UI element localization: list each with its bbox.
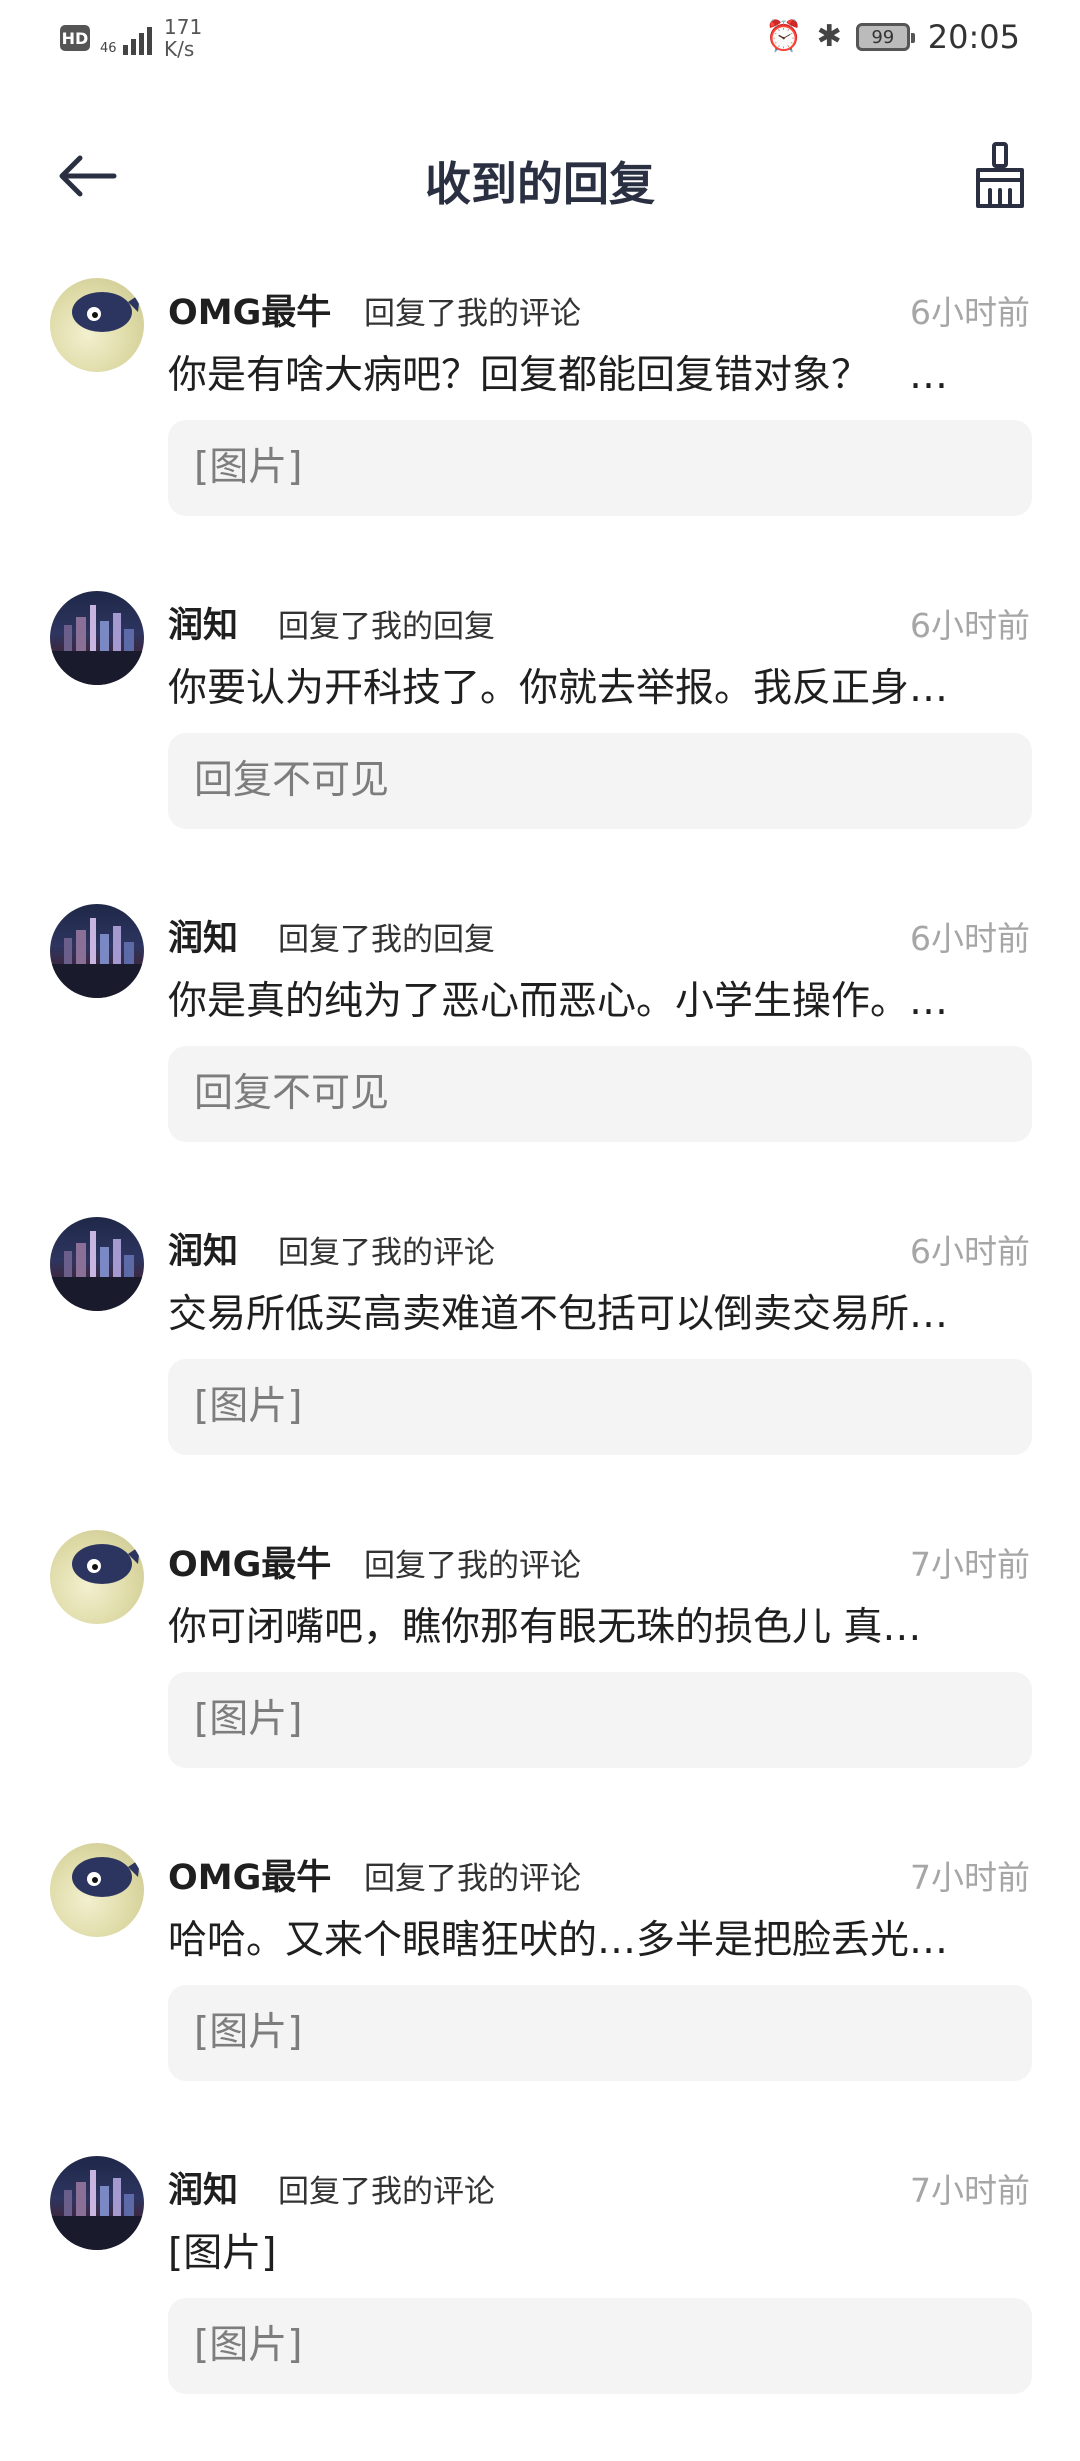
signal-icon: 46 xyxy=(100,21,152,55)
reply-author[interactable]: 润知 xyxy=(168,2162,238,2213)
page-title: 收到的回复 xyxy=(425,157,655,211)
reply-content[interactable]: 交易所低买高卖难道不包括可以倒卖交易所… xyxy=(168,1283,1008,1339)
battery-icon: 99 xyxy=(855,23,915,51)
status-bar: HD 46 171 K/s ⏰ ✱ 99 20:05 xyxy=(0,0,1080,80)
status-left: HD 46 171 K/s xyxy=(60,16,202,60)
reply-action: 回复了我的评论 xyxy=(364,1548,581,1584)
reply-quote[interactable]: 回复不可见 xyxy=(168,1046,1032,1142)
net-speed-value: 171 xyxy=(164,15,203,39)
reply-author[interactable]: OMG最牛 xyxy=(168,1849,331,1900)
reply-action: 回复了我的评论 xyxy=(364,296,581,332)
reply-item[interactable]: OMG最牛 回复了我的评论 7小时前 哈哈。又来个眼瞎狂吠的…多半是把脸丢光… … xyxy=(0,1835,1080,2148)
clock: 20:05 xyxy=(927,18,1020,56)
avatar[interactable] xyxy=(50,278,144,372)
reply-quote[interactable]: [图片] xyxy=(168,1359,1032,1455)
reply-content[interactable]: 你是有啥大病吧？回复都能回复错对象？ … xyxy=(168,344,1008,400)
reply-content[interactable]: 你可闭嘴吧，瞧你那有眼无珠的损色儿 真… xyxy=(168,1596,1008,1652)
avatar[interactable] xyxy=(50,1217,144,1311)
reply-time: 7小时前 xyxy=(910,2171,1030,2210)
reply-time: 6小时前 xyxy=(910,606,1030,645)
alarm-icon: ⏰ xyxy=(765,19,803,54)
city-night-avatar-icon xyxy=(50,605,144,685)
reply-quote[interactable]: [图片] xyxy=(168,420,1032,516)
reply-quote[interactable]: [图片] xyxy=(168,1672,1032,1768)
reply-item[interactable]: OMG最牛 回复了我的评论 7小时前 你可闭嘴吧，瞧你那有眼无珠的损色儿 真… … xyxy=(0,1522,1080,1835)
reply-list: OMG最牛 回复了我的评论 6小时前 你是有啥大病吧？回复都能回复错对象？ … … xyxy=(0,270,1080,2461)
reply-time: 7小时前 xyxy=(910,1858,1030,1897)
reply-author[interactable]: 润知 xyxy=(168,1223,238,1274)
reply-quote[interactable]: [图片] xyxy=(168,2298,1032,2394)
reply-author[interactable]: OMG最牛 xyxy=(168,284,331,335)
reply-item[interactable]: 润知 回复了我的评论 7小时前 [图片] [图片] xyxy=(0,2148,1080,2461)
avatar[interactable] xyxy=(50,591,144,685)
net-speed-unit: K/s xyxy=(164,37,195,61)
reply-action: 回复了我的回复 xyxy=(278,922,495,958)
hd-badge: HD xyxy=(60,25,90,51)
pufferfish-avatar-icon xyxy=(72,1857,140,1897)
reply-item[interactable]: 润知 回复了我的评论 6小时前 交易所低买高卖难道不包括可以倒卖交易所… [图片… xyxy=(0,1209,1080,1522)
reply-time: 6小时前 xyxy=(910,293,1030,332)
reply-action: 回复了我的评论 xyxy=(278,2174,495,2210)
network-type: 46 xyxy=(100,41,117,56)
reply-author[interactable]: 润知 xyxy=(168,910,238,961)
reply-action: 回复了我的评论 xyxy=(364,1861,581,1897)
net-speed: 171 K/s xyxy=(164,16,202,60)
reply-quote[interactable]: 回复不可见 xyxy=(168,733,1032,829)
reply-author[interactable]: 润知 xyxy=(168,597,238,648)
avatar[interactable] xyxy=(50,2156,144,2250)
reply-action: 回复了我的回复 xyxy=(278,609,495,645)
app-header: 收到的回复 xyxy=(0,120,1080,230)
clear-button[interactable] xyxy=(964,140,1036,212)
city-night-avatar-icon xyxy=(50,918,144,998)
reply-content[interactable]: 你要认为开科技了。你就去举报。我反正身… xyxy=(168,657,1008,713)
city-night-avatar-icon xyxy=(50,1231,144,1311)
reply-content[interactable]: [图片] xyxy=(168,2222,1008,2278)
reply-time: 6小时前 xyxy=(910,919,1030,958)
status-right: ⏰ ✱ 99 20:05 xyxy=(765,18,1020,56)
broom-icon xyxy=(976,142,1024,208)
reply-item[interactable]: 润知 回复了我的回复 6小时前 你要认为开科技了。你就去举报。我反正身… 回复不… xyxy=(0,583,1080,896)
reply-time: 7小时前 xyxy=(910,1545,1030,1584)
avatar[interactable] xyxy=(50,904,144,998)
reply-content[interactable]: 你是真的纯为了恶心而恶心。小学生操作。… xyxy=(168,970,1008,1026)
reply-content[interactable]: 哈哈。又来个眼瞎狂吠的…多半是把脸丢光… xyxy=(168,1909,1008,1965)
pufferfish-avatar-icon xyxy=(72,292,140,332)
reply-time: 6小时前 xyxy=(910,1232,1030,1271)
reply-item[interactable]: 润知 回复了我的回复 6小时前 你是真的纯为了恶心而恶心。小学生操作。… 回复不… xyxy=(0,896,1080,1209)
reply-quote[interactable]: [图片] xyxy=(168,1985,1032,2081)
reply-author[interactable]: OMG最牛 xyxy=(168,1536,331,1587)
reply-item[interactable]: OMG最牛 回复了我的评论 6小时前 你是有啥大病吧？回复都能回复错对象？ … … xyxy=(0,270,1080,583)
city-night-avatar-icon xyxy=(50,2170,144,2250)
avatar[interactable] xyxy=(50,1843,144,1937)
pufferfish-avatar-icon xyxy=(72,1544,140,1584)
bluetooth-icon: ✱ xyxy=(816,19,842,54)
reply-action: 回复了我的评论 xyxy=(278,1235,495,1271)
avatar[interactable] xyxy=(50,1530,144,1624)
